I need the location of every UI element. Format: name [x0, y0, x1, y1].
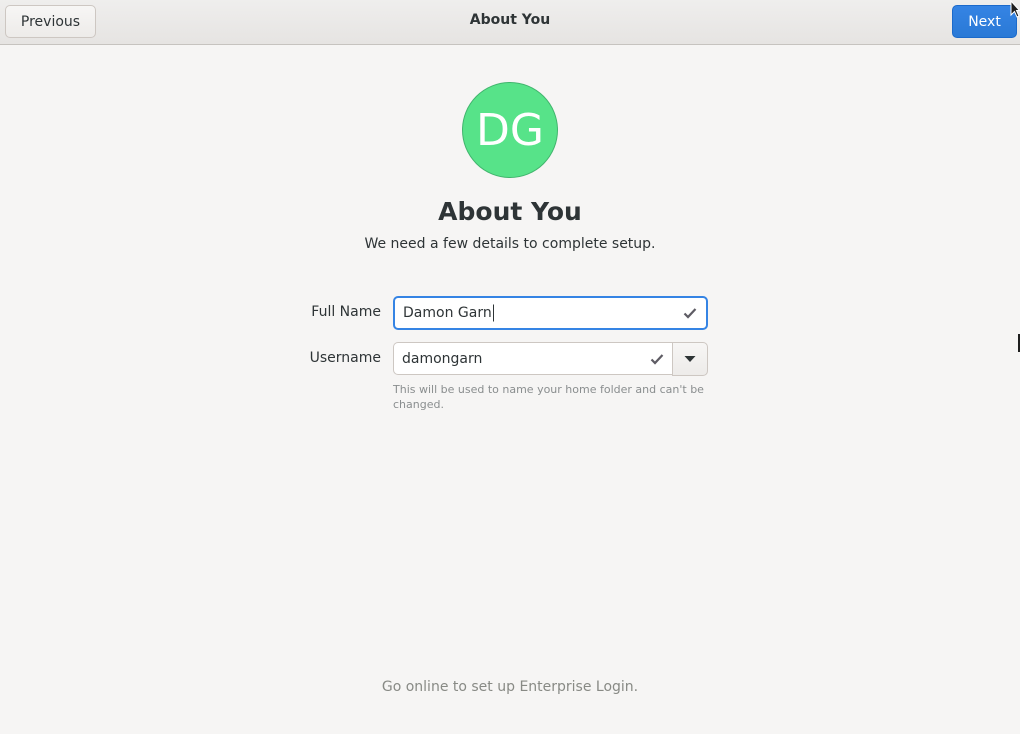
username-label: Username	[309, 350, 381, 366]
checkmark-icon	[650, 353, 664, 365]
avatar-initials: DG	[476, 104, 544, 156]
enterprise-login-link[interactable]: Go online to set up Enterprise Login.	[0, 679, 1020, 695]
avatar[interactable]: DG	[462, 82, 558, 178]
mouse-pointer-icon	[1010, 0, 1020, 18]
username-value: damongarn	[402, 350, 483, 367]
text-cursor-icon	[1018, 334, 1020, 352]
page-subtitle: We need a few details to complete setup.	[364, 236, 656, 252]
full-name-label: Full Name	[311, 304, 381, 320]
text-caret	[492, 304, 494, 322]
header-title: About You	[469, 12, 551, 28]
username-hint: This will be used to name your home fold…	[393, 383, 704, 411]
page-title: About You	[438, 197, 582, 226]
chevron-down-icon	[684, 356, 696, 362]
full-name-value-wrapper: Damon Garn	[403, 304, 494, 322]
full-name-input[interactable]: Damon Garn	[393, 296, 708, 330]
username-dropdown-button[interactable]	[672, 342, 708, 376]
next-button[interactable]: Next	[952, 5, 1017, 38]
full-name-value: Damon Garn	[403, 305, 492, 321]
header-bar: Previous About You Next	[0, 0, 1020, 45]
checkmark-icon	[683, 308, 697, 319]
username-input[interactable]: damongarn	[393, 342, 673, 375]
